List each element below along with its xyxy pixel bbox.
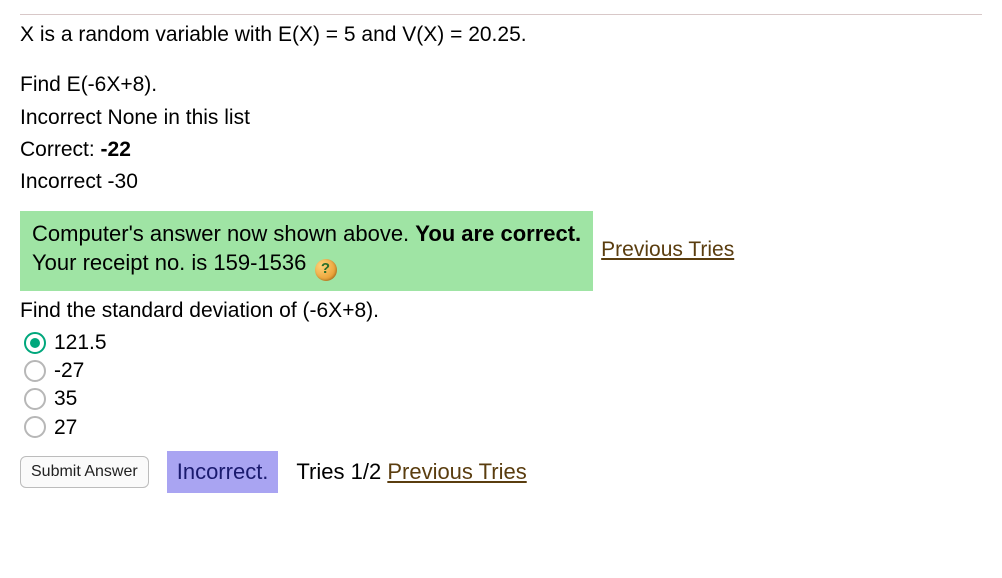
option-label: 35 [54,385,77,412]
part1-feedback-line: Correct: -22 [20,136,982,164]
part2-options: 121.5 -27 35 27 [24,329,982,441]
part1-feedback-line: Incorrect -30 [20,168,982,196]
radio-icon[interactable] [24,416,46,438]
receipt-text: Your receipt no. is 159-1536 [32,250,306,275]
part1-prompt: Find E(-6X+8). [20,71,982,99]
tries-count: Tries 1/2 [296,459,381,484]
feedback-value: -22 [101,138,131,161]
feedback-prefix: Incorrect [20,170,108,193]
part2-prompt: Find the standard deviation of (-6X+8). [20,297,982,325]
correct-feedback-box: Computer's answer now shown above. You a… [20,211,593,291]
feedback-correct-text: You are correct. [415,221,581,246]
feedback-prefix: Incorrect [20,106,108,129]
feedback-value: -30 [108,170,138,193]
option-label: -27 [54,357,84,384]
option-label: 27 [54,414,77,441]
help-icon[interactable]: ? [315,259,337,281]
top-rule [20,14,982,15]
submit-answer-button[interactable]: Submit Answer [20,456,149,488]
previous-tries-link[interactable]: Previous Tries [387,459,526,484]
part1-feedback-line: Incorrect None in this list [20,104,982,132]
option-row[interactable]: -27 [24,357,982,384]
feedback-text: Computer's answer now shown above. [32,221,415,246]
option-row[interactable]: 27 [24,414,982,441]
feedback-prefix: Correct: [20,138,101,161]
tries-text: Tries 1/2 Previous Tries [296,457,526,487]
radio-icon[interactable] [24,332,46,354]
radio-icon[interactable] [24,388,46,410]
radio-icon[interactable] [24,360,46,382]
previous-tries-link[interactable]: Previous Tries [601,236,734,264]
status-badge: Incorrect. [167,451,279,493]
option-label: 121.5 [54,329,107,356]
option-row[interactable]: 121.5 [24,329,982,356]
option-row[interactable]: 35 [24,385,982,412]
feedback-value: None in this list [108,106,250,129]
premise-text: X is a random variable with E(X) = 5 and… [20,21,982,49]
